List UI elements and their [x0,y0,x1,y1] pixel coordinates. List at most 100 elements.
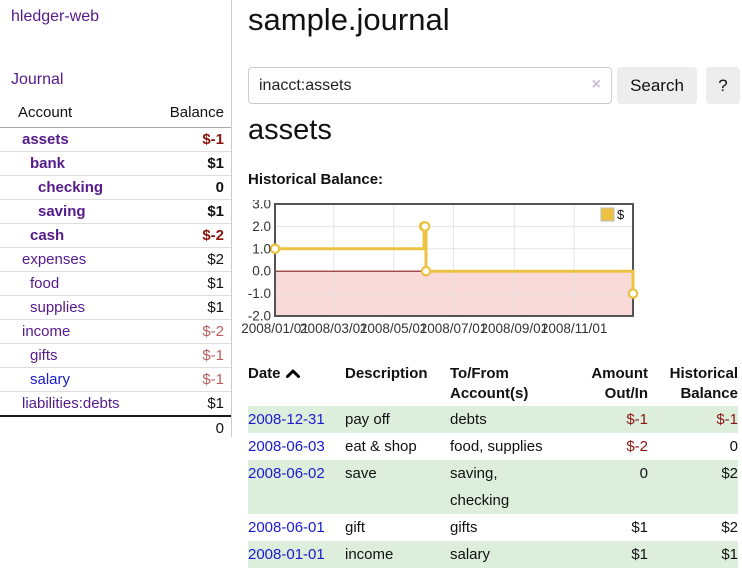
account-link[interactable]: saving [38,203,86,220]
accounts-total-value: 0 [153,416,231,440]
transaction-amount: $-2 [562,433,648,460]
search-button[interactable]: Search [617,67,697,104]
account-row: expenses $2 [0,248,231,272]
transactions-header-date-label: Date [248,365,281,382]
sort-ascending-icon [285,365,301,385]
account-balance: $1 [153,296,231,320]
transaction-description: eat & shop [345,433,450,460]
account-link[interactable]: food [30,275,59,292]
transaction-date-link[interactable]: 2008-06-02 [248,465,325,482]
chart-legend: $ [601,207,625,222]
transaction-historical-balance: 0 [648,433,738,460]
historical-balance-chart[interactable]: $3.02.01.00.0-1.0-2.02008/01/012008/03/0… [238,200,648,342]
transaction-date-link[interactable]: 2008-06-01 [248,519,325,536]
transaction-amount: 0 [562,460,648,514]
transaction-amount: $1 [562,514,648,541]
transaction-date-link[interactable]: 2008-01-01 [248,546,325,563]
transaction-row: 2008-06-01giftgifts$1$2 [248,514,738,541]
transactions-header-date[interactable]: Date [248,362,345,406]
app-title-link[interactable]: hledger-web [11,8,99,26]
accounts-header-balance: Balance [153,100,231,128]
account-link[interactable]: liabilities:debts [22,395,120,412]
transactions-header-amount: Amount Out/In [562,362,648,406]
account-balance: $1 [153,392,231,417]
transaction-row: 2008-06-03 eat & shopfood, supplies$-20 [248,433,738,460]
svg-text:$: $ [617,207,625,222]
search-input-wrapper: × [248,67,612,104]
account-balance: $-1 [153,368,231,392]
account-balance: $1 [153,200,231,224]
account-link[interactable]: expenses [22,251,86,268]
x-axis-tick-label: 2008/01/01 [241,321,309,336]
account-link[interactable]: assets [22,131,69,148]
account-row: supplies $1 [0,296,231,320]
account-balance: $-1 [153,128,231,152]
account-link[interactable]: income [22,323,70,340]
x-axis-tick-label: 2008/05/01 [360,321,428,336]
account-row: saving $1 [0,200,231,224]
search-form: × Search ? [248,67,742,104]
account-row: liabilities:debts $1 [0,392,231,417]
y-axis-tick-label: -1.0 [248,286,271,301]
account-row: assets $-1 [0,128,231,152]
x-axis-tick-label: 2008/09/01 [481,321,549,336]
account-row: checking 0 [0,176,231,200]
search-input[interactable] [259,69,569,102]
account-link[interactable]: cash [30,227,64,244]
account-link[interactable]: salary [30,371,70,388]
account-link[interactable]: bank [30,155,65,172]
chart-svg: $3.02.01.00.0-1.0-2.02008/01/012008/03/0… [238,200,648,342]
account-balance: $2 [153,248,231,272]
transaction-tofrom-accounts: saving, checking [450,460,562,514]
account-row: salary $-1 [0,368,231,392]
sidebar: hledger-web Journal Account Balance asse… [0,0,232,437]
account-balance: $1 [153,272,231,296]
transaction-tofrom-accounts: food, supplies [450,433,562,460]
accounts-header-row: Account Balance [0,100,231,128]
transaction-date-link[interactable]: 2008-06-03 [248,438,325,455]
sidebar-item-journal[interactable]: Journal [11,71,63,89]
transactions-header-tofrom: To/From Account(s) [450,362,562,406]
transactions-header-row: Date Description To/From Account(s) Amou… [248,362,738,406]
x-axis-tick-label: 2008/11/01 [541,321,608,336]
account-row: cash $-2 [0,224,231,248]
account-heading: assets [248,114,332,147]
account-link[interactable]: checking [38,179,103,196]
account-balance: $-1 [153,344,231,368]
y-axis-tick-label: 2.0 [252,219,271,234]
account-balance: 0 [153,176,231,200]
clear-search-icon[interactable]: × [592,76,601,94]
transaction-description: gift [345,514,450,541]
transaction-description: save [345,460,450,514]
account-balance: $1 [153,152,231,176]
x-axis-tick-label: 2008/07/01 [420,321,488,336]
account-row: gifts $-1 [0,344,231,368]
transaction-date-link[interactable]: 2008-12-31 [248,411,325,428]
transaction-amount: $-1 [562,406,648,433]
y-axis-tick-label: 3.0 [252,200,271,212]
account-link[interactable]: supplies [30,299,85,316]
account-balance: $-2 [153,320,231,344]
help-button[interactable]: ? [706,67,740,104]
transactions-header-balance: Historical Balance [648,362,738,406]
y-axis-tick-label: 0.0 [252,264,271,279]
account-link[interactable]: gifts [30,347,58,364]
transaction-amount: $1 [562,541,648,568]
chart-title: Historical Balance: [248,171,383,188]
transaction-row: 2008-12-31pay offdebts$-1$-1 [248,406,738,433]
accounts-header-account: Account [0,100,153,128]
transaction-description: pay off [345,406,450,433]
transaction-tofrom-accounts: salary [450,541,562,568]
main-content: sample.journal × Search ? assets Histori… [248,0,742,582]
accounts-table: Account Balance assets $-1 bank $1 checking 0… [0,100,231,440]
account-balance: $-2 [153,224,231,248]
accounts-total-row: 0 [0,416,231,440]
page-title: sample.journal [248,2,450,38]
y-axis-tick-label: 1.0 [252,241,271,256]
transaction-historical-balance: $1 [648,541,738,568]
transaction-tofrom-accounts: debts [450,406,562,433]
transaction-row: 2008-01-01incomesalary$1$1 [248,541,738,568]
transaction-historical-balance: $-1 [648,406,738,433]
transaction-historical-balance: $2 [648,460,738,514]
transactions-table: Date Description To/From Account(s) Amou… [248,362,738,568]
